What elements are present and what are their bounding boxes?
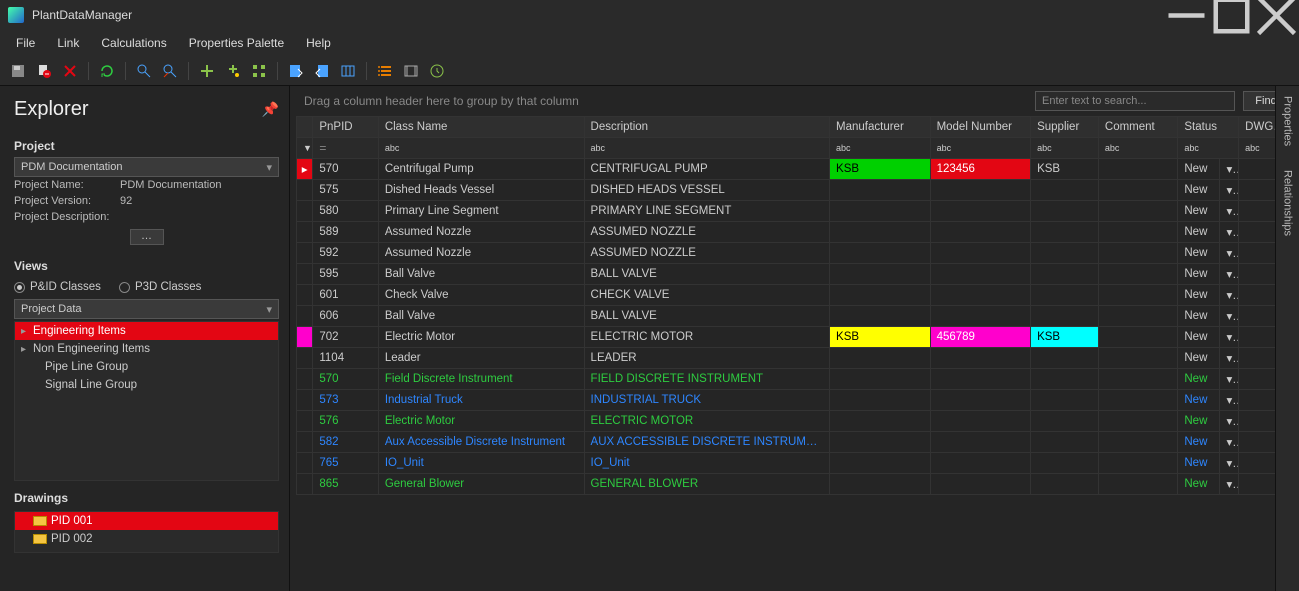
project-more-button[interactable]: … <box>130 229 164 245</box>
filter-icon: ▼ <box>297 138 313 159</box>
replace-icon[interactable] <box>158 59 182 83</box>
table-row[interactable]: 1104LeaderLEADERNew▾ <box>297 348 1293 369</box>
project-version-field: Project Version:92 <box>14 193 279 209</box>
drawing-icon <box>33 534 47 544</box>
drawings-tree: PID 001 PID 002 <box>14 511 279 553</box>
search-input[interactable] <box>1035 91 1235 111</box>
filter-row[interactable]: ▼ = abc abc abc abc abc abc abc abc <box>297 138 1293 159</box>
table-row[interactable]: 702Electric MotorELECTRIC MOTORKSB456789… <box>297 327 1293 348</box>
menu-help[interactable]: Help <box>296 32 341 54</box>
col-comment: Comment <box>1098 117 1177 138</box>
separator <box>88 62 89 80</box>
menu-link[interactable]: Link <box>47 32 89 54</box>
tree-item-signalline[interactable]: Signal Line Group <box>15 376 278 394</box>
data-grid[interactable]: PnPID Class Name Description Manufacture… <box>296 116 1293 495</box>
tree-item-pipeline[interactable]: Pipe Line Group <box>15 358 278 376</box>
list-icon[interactable] <box>373 59 397 83</box>
radio-p3d-classes[interactable]: P3D Classes <box>119 281 201 293</box>
table-row[interactable]: 601Check ValveCHECK VALVENew▾ <box>297 285 1293 306</box>
project-description-field: Project Description: <box>14 209 279 225</box>
tab-relationships[interactable]: Relationships <box>1282 170 1294 236</box>
col-description: Description <box>584 117 829 138</box>
chevron-down-icon: ▾ <box>266 161 272 174</box>
explorer-title: Explorer 📌 <box>14 98 279 121</box>
col-classname: Class Name <box>378 117 584 138</box>
pin-icon[interactable]: 📌 <box>262 101 279 118</box>
separator <box>277 62 278 80</box>
radio-pid-classes[interactable]: P&ID Classes <box>14 281 101 293</box>
chevron-down-icon: ▾ <box>266 303 272 316</box>
delete-doc-icon[interactable] <box>32 59 56 83</box>
table-row[interactable]: 765IO_UnitIO_UnitNew▾ <box>297 453 1293 474</box>
table-row[interactable]: 606Ball ValveBALL VALVENew▾ <box>297 306 1293 327</box>
col-supplier: Supplier <box>1031 117 1099 138</box>
tree-item-engineering[interactable]: ▸Engineering Items <box>15 322 278 340</box>
views-tree: ▸Engineering Items ▸Non Engineering Item… <box>14 321 279 481</box>
minimize-button[interactable] <box>1164 0 1209 30</box>
add-icon[interactable] <box>195 59 219 83</box>
drawing-icon <box>33 516 47 526</box>
tab-properties[interactable]: Properties <box>1282 96 1294 146</box>
header-row[interactable]: PnPID Class Name Description Manufacture… <box>297 117 1293 138</box>
project-name-field: Project Name:PDM Documentation <box>14 177 279 193</box>
search-icon[interactable] <box>132 59 156 83</box>
side-tabs: Properties Relationships <box>1275 86 1299 591</box>
export-icon[interactable] <box>284 59 308 83</box>
tree-item-nonengineering[interactable]: ▸Non Engineering Items <box>15 340 278 358</box>
explorer-panel: Explorer 📌 Project PDM Documentation▾ Pr… <box>0 86 290 591</box>
add-star-icon[interactable] <box>221 59 245 83</box>
close-button[interactable] <box>1254 0 1299 30</box>
table-row[interactable]: 595Ball ValveBALL VALVENew▾ <box>297 264 1293 285</box>
table-row[interactable]: 592Assumed NozzleASSUMED NOZZLENew▾ <box>297 243 1293 264</box>
title-bar: PlantDataManager <box>0 0 1299 30</box>
views-label: Views <box>14 259 279 273</box>
drawing-item[interactable]: PID 001 <box>15 512 278 530</box>
drawings-label: Drawings <box>14 491 279 505</box>
table-row[interactable]: 570Field Discrete InstrumentFIELD DISCRE… <box>297 369 1293 390</box>
col-modelnumber: Model Number <box>930 117 1031 138</box>
app-title: PlantDataManager <box>32 8 132 22</box>
import-icon[interactable] <box>310 59 334 83</box>
table-row[interactable]: 575Dished Heads VesselDISHED HEADS VESSE… <box>297 180 1293 201</box>
views-combo[interactable]: Project Data▾ <box>14 299 279 319</box>
table-row[interactable]: 573Industrial TruckINDUSTRIAL TRUCKNew▾ <box>297 390 1293 411</box>
maximize-button[interactable] <box>1209 0 1254 30</box>
separator <box>125 62 126 80</box>
film-icon[interactable] <box>399 59 423 83</box>
delete-icon[interactable] <box>58 59 82 83</box>
menu-bar: File Link Calculations Properties Palett… <box>0 30 1299 56</box>
drawing-item[interactable]: PID 002 <box>15 530 278 548</box>
columns-icon[interactable] <box>336 59 360 83</box>
separator <box>366 62 367 80</box>
table-row[interactable]: 582Aux Accessible Discrete InstrumentAUX… <box>297 432 1293 453</box>
table-row[interactable]: 576Electric MotorELECTRIC MOTORNew▾ <box>297 411 1293 432</box>
separator <box>188 62 189 80</box>
col-pnpid: PnPID <box>313 117 378 138</box>
table-row[interactable]: 580Primary Line SegmentPRIMARY LINE SEGM… <box>297 201 1293 222</box>
group-hint[interactable]: Drag a column header here to group by th… <box>304 94 579 108</box>
col-status: Status <box>1178 117 1239 138</box>
grid-icon[interactable] <box>247 59 271 83</box>
menu-file[interactable]: File <box>6 32 45 54</box>
project-label: Project <box>14 139 279 153</box>
refresh-icon[interactable] <box>95 59 119 83</box>
project-combo[interactable]: PDM Documentation▾ <box>14 157 279 177</box>
app-icon <box>8 7 24 23</box>
table-row[interactable]: 589Assumed NozzleASSUMED NOZZLENew▾ <box>297 222 1293 243</box>
toolbar <box>0 56 1299 86</box>
history-icon[interactable] <box>425 59 449 83</box>
save-icon[interactable] <box>6 59 30 83</box>
grid-panel: Drag a column header here to group by th… <box>290 86 1299 591</box>
table-row[interactable]: ▸570Centrifugal PumpCENTRIFUGAL PUMPKSB1… <box>297 159 1293 180</box>
menu-calculations[interactable]: Calculations <box>91 32 176 54</box>
menu-properties-palette[interactable]: Properties Palette <box>179 32 294 54</box>
col-manufacturer: Manufacturer <box>830 117 931 138</box>
table-row[interactable]: 865General BlowerGENERAL BLOWERNew▾ <box>297 474 1293 495</box>
